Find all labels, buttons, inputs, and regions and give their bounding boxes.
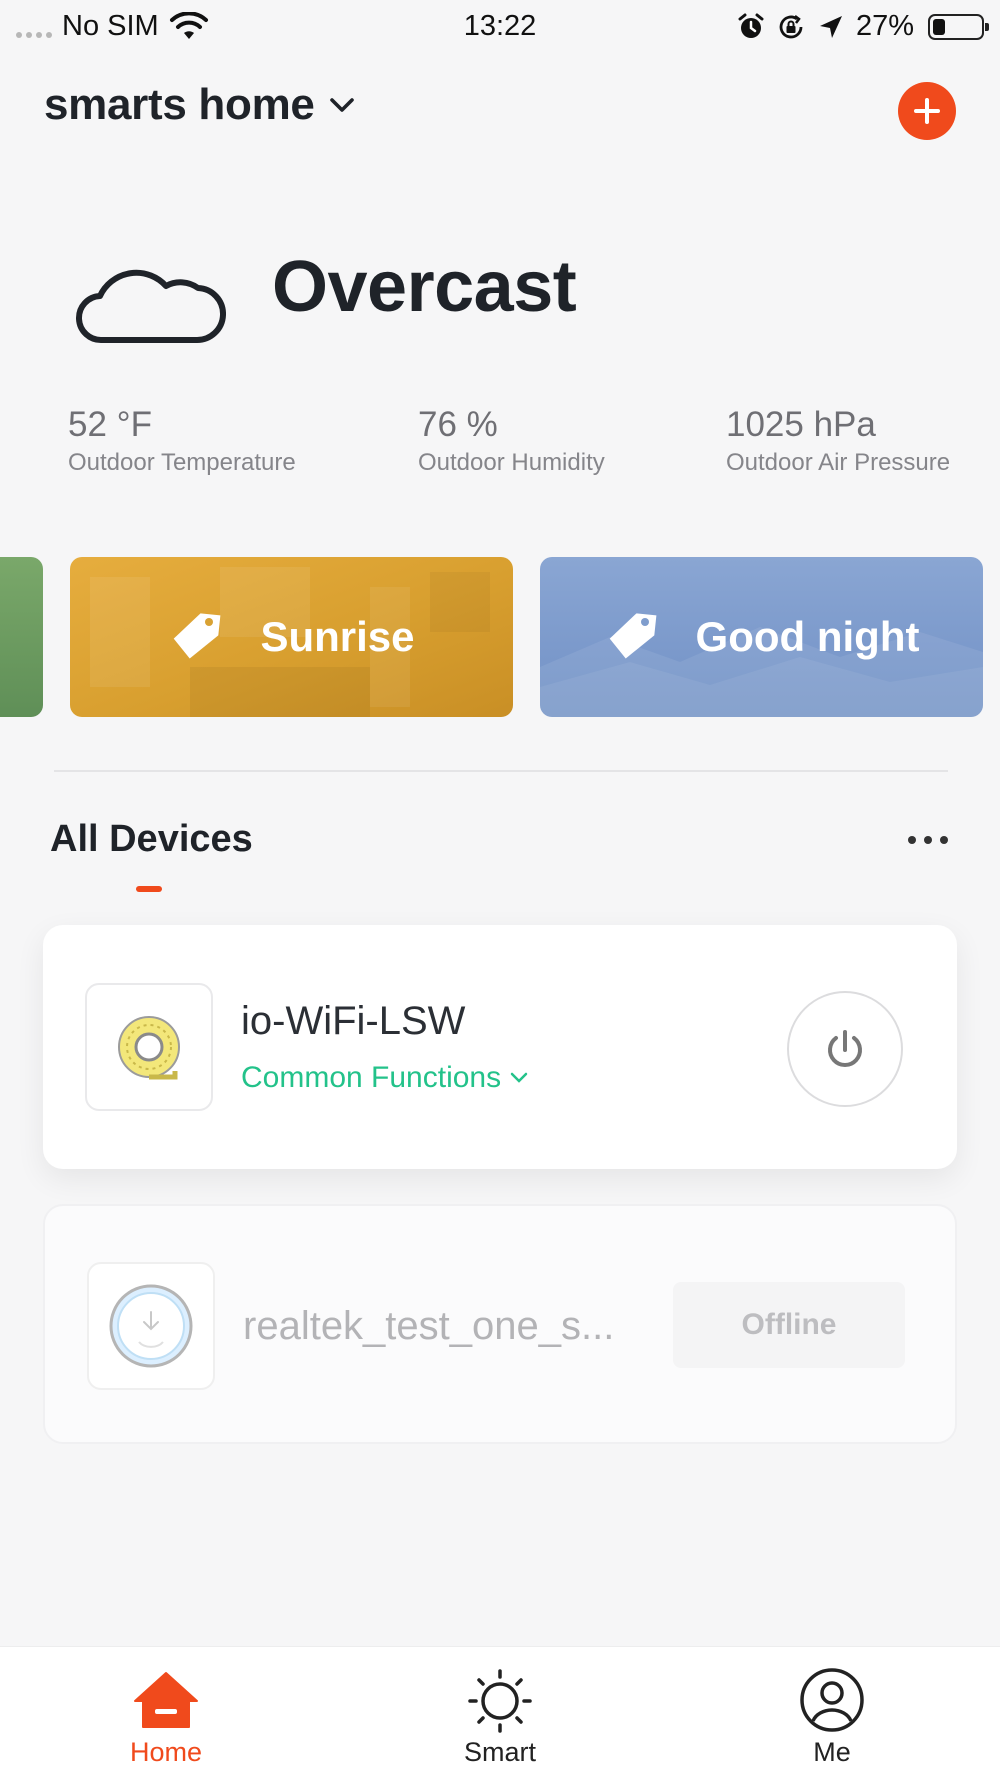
cloud-icon <box>76 269 226 344</box>
bottom-navigation: Home Smart Me <box>0 1646 1000 1778</box>
status-bar: No SIM 13:22 27% <box>0 0 1000 56</box>
device-name: realtek_test_one_s... <box>243 1304 615 1348</box>
weather-condition: Overcast <box>272 247 577 327</box>
scene-label: Sunrise <box>260 613 415 660</box>
tab-all-devices[interactable]: All Devices <box>50 818 253 861</box>
chevron-down-icon <box>329 98 354 112</box>
sun-icon <box>468 1669 532 1733</box>
active-tab-indicator <box>136 886 162 892</box>
nav-label: Smart <box>463 1737 536 1767</box>
location-arrow-icon <box>819 15 842 38</box>
outdoor-air-pressure: 1025 hPa Outdoor Air Pressure <box>726 405 950 477</box>
device-card-realtek[interactable]: realtek_test_one_s... Offline <box>43 1204 957 1444</box>
section-divider <box>54 770 948 772</box>
user-icon <box>800 1668 864 1732</box>
stat-value: 76 % <box>418 405 498 444</box>
device-icon-box <box>85 983 213 1111</box>
device-icon-box <box>87 1262 215 1390</box>
stat-value: 52 °F <box>68 405 153 444</box>
home-icon <box>134 1672 198 1728</box>
home-name: smarts home <box>44 80 315 129</box>
scene-card-good-night[interactable]: Good night <box>540 557 983 717</box>
rotation-lock-icon <box>779 14 803 38</box>
stat-label: Outdoor Air Pressure <box>726 449 951 476</box>
battery-fill <box>933 18 945 35</box>
nav-label: Me <box>813 1737 851 1767</box>
device-name: io-WiFi-LSW <box>241 999 466 1043</box>
stat-label: Outdoor Temperature <box>68 449 296 476</box>
more-dots-icon[interactable] <box>898 828 958 852</box>
nav-me[interactable]: Me <box>752 1665 912 1768</box>
battery-icon <box>928 13 989 40</box>
nav-smart[interactable]: Smart <box>420 1665 580 1768</box>
alarm-icon <box>738 13 764 38</box>
stat-value: 1025 hPa <box>726 405 876 444</box>
scene-content: Good night <box>540 557 983 717</box>
device-card-io-wifi-lsw[interactable]: io-WiFi-LSW Common Functions <box>43 925 957 1169</box>
scene-label: Good night <box>695 613 920 660</box>
common-functions-label: Common Functions <box>241 1061 502 1094</box>
stat-label: Outdoor Humidity <box>418 449 605 476</box>
common-functions-link[interactable]: Common Functions <box>241 1061 529 1095</box>
battery-percent: 27% <box>855 10 914 42</box>
outdoor-humidity: 76 % Outdoor Humidity <box>418 405 605 477</box>
tag-icon <box>609 613 656 659</box>
light-strip-icon <box>118 1016 180 1080</box>
plus-icon <box>914 98 940 124</box>
status-right: 27% <box>736 10 989 43</box>
scene-content: Sunrise <box>70 557 513 717</box>
outdoor-temperature: 52 °F Outdoor Temperature <box>68 405 296 477</box>
power-icon <box>828 1030 862 1067</box>
tag-icon <box>174 613 221 659</box>
offline-status-badge: Offline <box>673 1282 905 1368</box>
power-button[interactable] <box>787 991 903 1107</box>
smart-plug-icon <box>109 1284 193 1368</box>
add-device-button[interactable] <box>898 82 956 140</box>
nav-label: Home <box>129 1737 203 1767</box>
chevron-down-icon <box>510 1072 528 1083</box>
scene-card-partial[interactable] <box>0 557 43 717</box>
nav-home[interactable]: Home <box>86 1665 246 1768</box>
scene-card-sunrise[interactable]: Sunrise <box>70 557 513 717</box>
home-selector[interactable]: smarts home <box>44 80 355 130</box>
